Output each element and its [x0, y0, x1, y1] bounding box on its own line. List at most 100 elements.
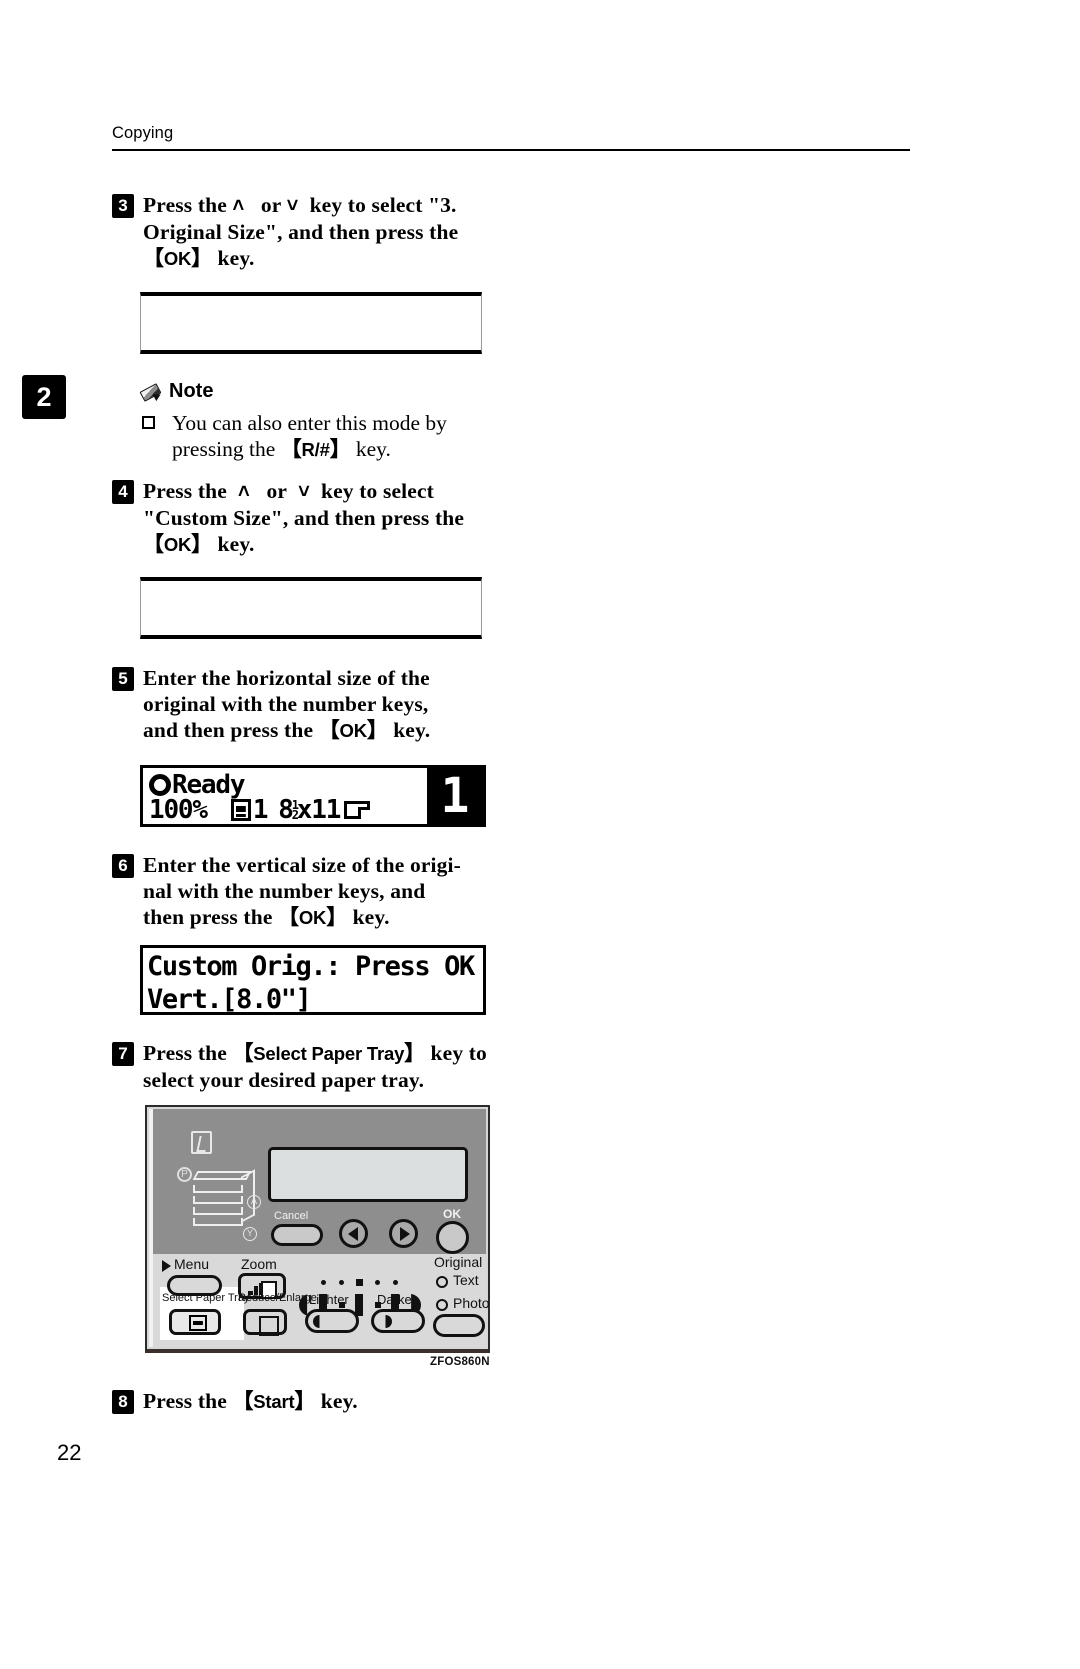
- lcd-screen-blank-2: [140, 577, 482, 639]
- step-7-text: Press the 【Select Paper Tray】 key to sel…: [143, 1040, 533, 1093]
- ok-button[interactable]: [436, 1221, 469, 1254]
- note-item-line1: You can also enter this mode by: [172, 411, 447, 435]
- tray-mark-y-icon: Y: [243, 1227, 257, 1241]
- right-arrow-button[interactable]: [389, 1219, 418, 1248]
- lcd-screen-ready: Ready 100% 1 8 1 2 x11 1: [140, 765, 486, 827]
- paper-tray-icon: [230, 799, 251, 821]
- document-page: Copying 2 3 Press the ˄ or ˅ key to sele…: [0, 0, 1080, 1669]
- lighter-halfmoon-icon: [313, 1315, 320, 1328]
- step-8-line-b: key.: [320, 1389, 358, 1413]
- step-4-marker: 4: [112, 480, 134, 504]
- step-7-line1-a: Press the: [143, 1041, 227, 1065]
- step-8-line-a: Press the: [143, 1389, 227, 1413]
- rsharp-key-ref: 【R/#】: [280, 437, 351, 461]
- darker-halfmoon-icon: [385, 1315, 392, 1328]
- step-6-line1: Enter the vertical size of the origi-: [143, 853, 461, 877]
- figure-code: ZFOS860N: [430, 1356, 490, 1368]
- note-bullet-icon: [142, 416, 155, 429]
- lighter-button[interactable]: [305, 1309, 359, 1333]
- step-3-line1-b: or: [260, 193, 282, 217]
- select-paper-tray-label: Select Paper Tray: [162, 1292, 250, 1304]
- step-4: 4 Press the ˄ or ˅ key to select "Custom…: [112, 478, 533, 558]
- lighter-label: Lighter: [309, 1292, 349, 1307]
- step-6-text: Enter the vertical size of the origi- na…: [143, 852, 533, 931]
- darker-label: Darker: [377, 1292, 417, 1307]
- zoom-label: Zoom: [241, 1256, 277, 1272]
- step-7-marker: 7: [112, 1042, 134, 1066]
- lcd-screen-custom-original: Custom Orig.: Press OK Vert.[8.0"]: [140, 945, 486, 1015]
- step-3: 3 Press the ˄ or ˅ key to select "3. Ori…: [112, 192, 533, 272]
- step-7: 7 Press the 【Select Paper Tray】 key to s…: [112, 1040, 533, 1093]
- running-head: Copying: [112, 124, 174, 142]
- step-3-line2: Original Size", and then press the: [143, 220, 459, 244]
- step-4-line1-c: key to select: [321, 479, 434, 503]
- menu-triangle-icon: [162, 1260, 171, 1272]
- step-3-line1-c: key to select "3.: [309, 193, 457, 217]
- control-panel-lower-section: Menu Zoom Select Paper Tray Reduce/Enlar…: [149, 1254, 490, 1347]
- photo-label: Photo: [453, 1295, 490, 1311]
- page-number: 22: [57, 1440, 82, 1465]
- photo-radio[interactable]: [436, 1299, 448, 1311]
- step-6-line2: nal with the number keys, and: [143, 879, 426, 903]
- step-3-line3-tail: key.: [217, 246, 255, 270]
- note-item: You can also enter this mode by pressing…: [140, 410, 506, 463]
- cancel-label: Cancel: [274, 1210, 309, 1222]
- step-4-text: Press the ˄ or ˅ key to select "Custom S…: [143, 478, 533, 558]
- darker-button[interactable]: [371, 1309, 425, 1333]
- original-label: Original: [434, 1254, 483, 1270]
- lcd-tray-number: 1: [252, 795, 269, 825]
- step-5: 5 Enter the horizontal size of the origi…: [112, 665, 533, 744]
- lcd-paper-size-whole: 8: [278, 795, 294, 825]
- text-radio[interactable]: [436, 1276, 448, 1288]
- select-paper-tray-button[interactable]: [169, 1309, 221, 1335]
- menu-label: Menu: [174, 1256, 210, 1272]
- step-5-text: Enter the horizontal size of the origina…: [143, 665, 533, 744]
- step-5-line3-a: and then press the: [143, 718, 314, 742]
- note-heading: Note: [140, 380, 213, 403]
- ready-wheel-icon: [149, 774, 171, 796]
- ok-key-ref: 【OK】: [318, 718, 388, 742]
- text-label: Text: [453, 1272, 479, 1288]
- up-arrow-key-icon: ˄: [232, 195, 245, 217]
- step-4-line3-tail: key.: [217, 532, 255, 556]
- chapter-tab: 2: [22, 375, 66, 419]
- lcd-zoom-value: 100%: [149, 795, 208, 825]
- lcd-copy-count: 1: [427, 768, 483, 824]
- reduce-enlarge-icon: [259, 1316, 279, 1336]
- step-4-line1-a: Press the: [143, 479, 227, 503]
- paper-orientation-icon: [344, 801, 371, 819]
- ok-key-ref: 【OK】: [278, 905, 348, 929]
- note-item-line2-b: key.: [355, 437, 391, 461]
- left-arrow-button[interactable]: [339, 1219, 368, 1248]
- step-3-marker: 3: [112, 194, 134, 218]
- step-6-marker: 6: [112, 854, 134, 878]
- start-key-ref: 【Start】: [232, 1389, 316, 1413]
- step-5-line1: Enter the horizontal size of the: [143, 666, 430, 690]
- step-5-marker: 5: [112, 667, 134, 691]
- step-6: 6 Enter the vertical size of the origi- …: [112, 852, 533, 931]
- step-6-line3-a: then press the: [143, 905, 273, 929]
- step-7-line2: select your desired paper tray.: [143, 1068, 425, 1092]
- original-type-button[interactable]: [433, 1314, 485, 1337]
- lcd-paper-size-rest: x11: [296, 795, 342, 825]
- copier-tray-line-3: [193, 1207, 243, 1215]
- step-5-line2: original with the number keys,: [143, 692, 429, 716]
- tray-mark-a-icon: A: [247, 1195, 261, 1209]
- panel-lcd-display: [268, 1147, 468, 1202]
- paper-jam-icon: [191, 1131, 212, 1154]
- ok-key-ref: 【OK】: [143, 246, 212, 270]
- step-6-line3-b: key.: [352, 905, 390, 929]
- select-paper-tray-key-ref: 【Select Paper Tray】: [232, 1041, 425, 1065]
- select-paper-tray-icon: [189, 1315, 207, 1331]
- copier-tray-line-1: [193, 1185, 243, 1193]
- control-panel-upper-section: P A Y Cancel OK: [149, 1109, 486, 1254]
- ok-label: OK: [443, 1207, 461, 1221]
- note-item-line2-a: pressing the: [172, 437, 276, 461]
- step-4-line1-b: or: [266, 479, 288, 503]
- cancel-button[interactable]: [271, 1224, 323, 1246]
- step-5-line3-b: key.: [393, 718, 431, 742]
- lcd-custom-line1: Custom Orig.: Press OK: [147, 951, 475, 982]
- up-arrow-key-icon: ˄: [238, 481, 250, 503]
- reduce-enlarge-button[interactable]: [243, 1309, 287, 1336]
- step-3-text: Press the ˄ or ˅ key to select "3. Origi…: [143, 192, 533, 272]
